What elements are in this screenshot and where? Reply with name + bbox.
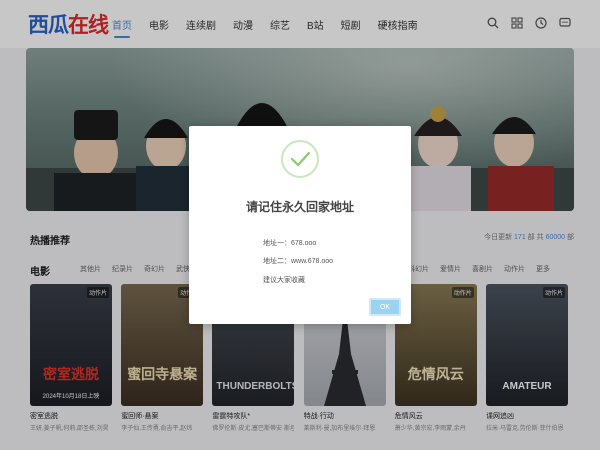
bookmark-suggestion: 建议大家收藏: [263, 277, 305, 284]
address-line-2: 地址二：www.678.ooo: [263, 258, 334, 265]
page: 西瓜 在线 首页 电影 连续剧 动漫 综艺 B站 短剧 硬核指南 热播推荐 今日…: [0, 0, 600, 450]
ok-button[interactable]: OK: [369, 298, 401, 316]
success-check-icon: [281, 140, 319, 178]
address-line-1: 地址一：678.ooo: [263, 240, 317, 247]
notice-modal: 请记住永久回家地址 地址一：678.ooo 地址二：www.678.ooo 建议…: [189, 126, 411, 324]
modal-title: 请记住永久回家地址: [245, 200, 354, 214]
